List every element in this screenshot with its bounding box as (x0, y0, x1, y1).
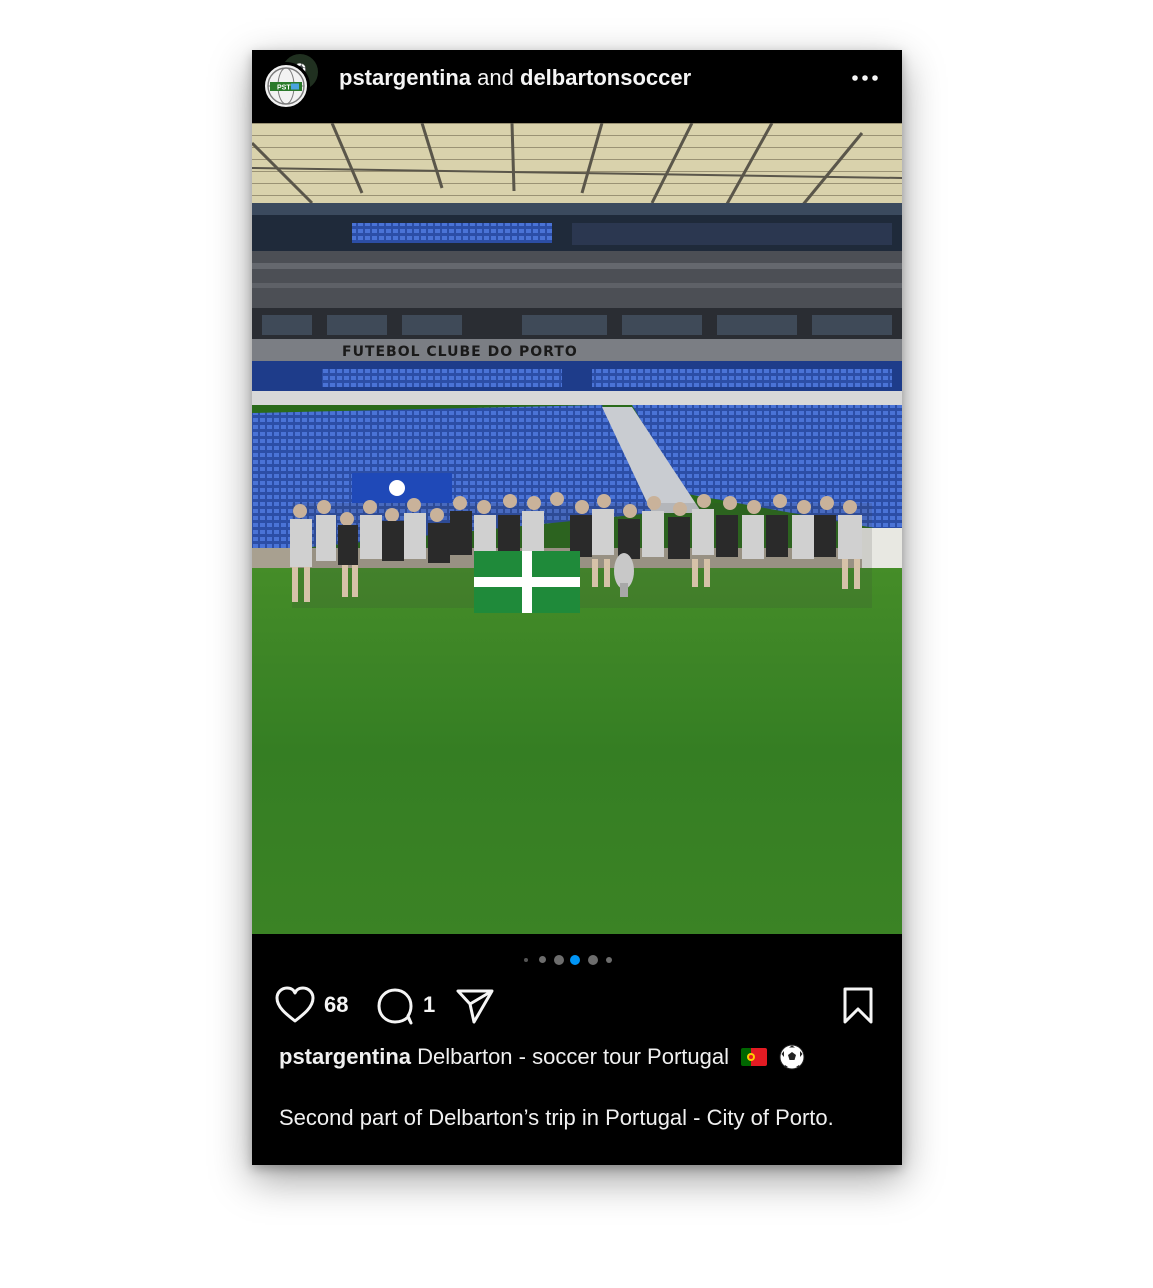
caption-username-link[interactable]: pstargentina (279, 1044, 411, 1069)
caption-body: Second part of Delbarton’s trip in Portu… (279, 1105, 834, 1130)
carousel-indicator[interactable] (252, 952, 902, 968)
post-photo[interactable]: FUTEBOL CLUBE DO PORTO (252, 123, 902, 934)
carousel-dot-active[interactable] (570, 955, 580, 965)
carousel-dot[interactable] (606, 957, 612, 963)
portugal-flag-emoji (741, 1048, 768, 1066)
carousel-dot[interactable] (588, 955, 598, 965)
stadium-sign-text: FUTEBOL CLUBE DO PORTO (342, 344, 578, 360)
caption-headline-text: Delbarton - soccer tour Portugal (417, 1044, 729, 1069)
send-icon[interactable] (454, 986, 496, 1026)
caption-headline: pstargentina Delbarton - soccer tour Por… (279, 1043, 879, 1071)
post-authors: pstargentina and delbartonsoccer (339, 64, 691, 92)
author-primary-link[interactable]: pstargentina (339, 65, 471, 90)
post-header: ⚽ PST pstargentina and delbartonsoccer (252, 50, 902, 123)
svg-text:PST: PST (277, 85, 291, 92)
collab-avatars[interactable]: ⚽ PST (262, 52, 320, 110)
like-count[interactable]: 68 (324, 991, 348, 1019)
comment-count[interactable]: 1 (423, 991, 435, 1019)
globe-logo-icon: PST (267, 67, 305, 105)
more-horizontal-icon[interactable] (848, 68, 882, 88)
author-connector: and (477, 65, 514, 90)
carousel-dot[interactable] (524, 958, 528, 962)
bookmark-icon[interactable] (840, 986, 876, 1026)
instagram-post-card: ⚽ PST pstargentina and delbartonsoccer (252, 50, 902, 1165)
heart-icon[interactable] (274, 985, 316, 1025)
soccer-ball-emoji (779, 1044, 805, 1070)
carousel-dot[interactable] (554, 955, 564, 965)
author-secondary-link[interactable]: delbartonsoccer (520, 65, 691, 90)
carousel-dot[interactable] (539, 956, 546, 963)
comment-icon[interactable] (375, 986, 417, 1026)
avatar-pstargentina[interactable]: PST (262, 62, 310, 110)
